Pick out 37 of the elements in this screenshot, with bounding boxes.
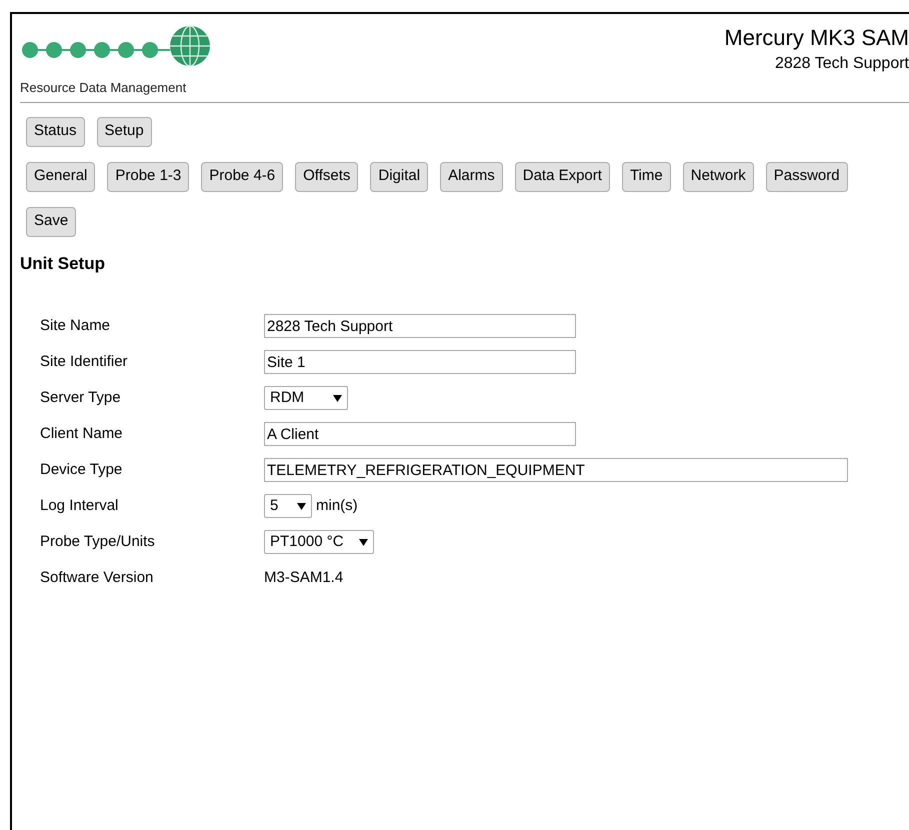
nav-button[interactable]: Network bbox=[682, 162, 754, 192]
text-field[interactable]: Site 1 bbox=[264, 350, 576, 374]
page-subtitle: 2828 Tech Support bbox=[774, 54, 909, 74]
field-label: Probe Type/Units bbox=[40, 532, 156, 552]
dropdown[interactable]: PT1000 °C bbox=[264, 530, 374, 554]
logo-caption: Resource Data Management bbox=[20, 79, 188, 97]
text-field[interactable]: TELEMETRY_REFRIGERATION_EQUIPMENT bbox=[264, 458, 848, 482]
nav-button[interactable]: Data Export bbox=[514, 162, 610, 192]
field-label: Device Type bbox=[40, 460, 124, 480]
field-label: Site Identifier bbox=[40, 352, 129, 372]
text-field[interactable]: A Client bbox=[264, 422, 576, 446]
nav-button[interactable]: Probe 1-3 bbox=[107, 162, 190, 192]
nav-button[interactable]: Status bbox=[26, 116, 85, 146]
nav-button[interactable]: Digital bbox=[370, 162, 428, 192]
caret-icon bbox=[333, 394, 342, 402]
nav-button[interactable]: Alarms bbox=[440, 162, 503, 192]
field-label: Client Name bbox=[40, 424, 124, 444]
nav-button[interactable]: Probe 4-6 bbox=[201, 162, 284, 192]
field-label: Site Name bbox=[40, 316, 112, 336]
nav-button[interactable]: General bbox=[26, 162, 96, 192]
nav-button[interactable]: Save bbox=[26, 206, 76, 236]
text-field[interactable]: 2828 Tech Support bbox=[264, 314, 576, 338]
caret-icon bbox=[359, 538, 368, 546]
nav-button[interactable]: Offsets bbox=[295, 162, 358, 192]
unit-label: min(s) bbox=[316, 496, 358, 516]
caret-icon bbox=[297, 502, 306, 510]
nav-button[interactable]: Password bbox=[766, 162, 848, 192]
section-title: Unit Setup bbox=[20, 252, 106, 274]
page-title: Mercury MK3 SAM bbox=[724, 24, 909, 52]
field-label: Software Version bbox=[40, 568, 154, 588]
field-label: Log Interval bbox=[40, 496, 120, 516]
nav-button[interactable]: Setup bbox=[96, 116, 152, 146]
field-label: Server Type bbox=[40, 388, 122, 408]
version-text: M3-SAM1.4 bbox=[264, 568, 344, 588]
dropdown[interactable]: RDM bbox=[264, 386, 348, 410]
dropdown[interactable]: 5 bbox=[264, 494, 312, 518]
nav-button[interactable]: Time bbox=[622, 162, 671, 192]
